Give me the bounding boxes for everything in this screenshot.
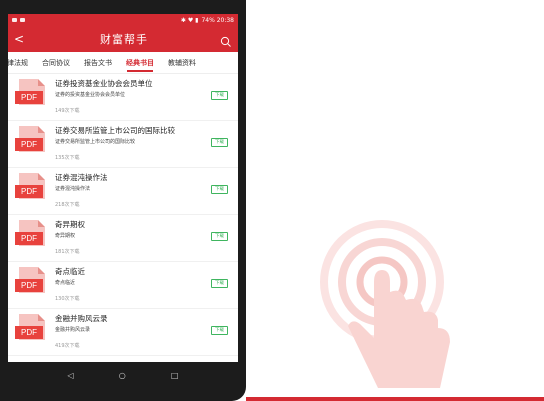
download-button[interactable]: 下载 [211,185,228,194]
wifi-icon: ✱ ♥ ▮ [180,16,199,24]
accent-line [246,397,544,401]
item-title: 证券交易所监管上市公司的国际比较 [55,126,175,135]
tab-contracts[interactable]: 合同协议 [35,52,77,74]
list-item[interactable]: PDF 证券混沌操作法 证券混沌操作法 218次下载 下载 [8,168,238,215]
pdf-file-icon: PDF [15,173,47,207]
category-tabs: 律法规 合同协议 报告文书 经典书目 教辅资料 [8,52,238,74]
item-description: 奇点临近 [55,280,76,286]
download-count: 135次下载 [55,155,80,161]
system-nav-bar: ◁ ○ □ [0,362,246,388]
list-item[interactable]: PDF 金融并购风云录 金融并购风云录 419次下载 下载 [8,309,238,356]
item-title: 证券混沌操作法 [55,173,108,182]
nav-back-button[interactable]: ◁ [68,371,74,380]
back-button[interactable]: < [14,32,28,46]
item-description: 金融并购风云录 [55,327,91,333]
download-count: 218次下载 [55,202,80,208]
item-title: 证券投资基金业协会会员单位 [55,79,153,88]
nav-recent-button[interactable]: □ [171,371,179,380]
tab-classic-books[interactable]: 经典书目 [119,52,161,74]
list-item[interactable]: PDF 奇异期权 奇异期权 181次下载 下载 [8,215,238,262]
list-item[interactable]: PDF 证券交易所监管上市公司的国际比较 证券交易所监管上市公司的国际比较 13… [8,121,238,168]
item-description: 证券交易所监管上市公司的国际比较 [55,139,136,145]
nav-home-button[interactable]: ○ [119,371,126,380]
pdf-file-icon: PDF [15,267,47,301]
list-item[interactable]: PDF 奇点临近 奇点临近 130次下载 下载 [8,262,238,309]
download-count: 130次下载 [55,296,80,302]
item-description: 证券混沌操作法 [55,186,91,192]
pdf-file-icon: PDF [15,126,47,160]
pdf-file-icon: PDF [15,79,47,113]
pdf-file-icon: PDF [15,314,47,348]
list-item[interactable]: PDF 证券投资基金业协会会员单位 证券的投资基金业协会会员单位 149次下载 … [8,74,238,121]
download-button[interactable]: 下载 [211,91,228,100]
tab-reports[interactable]: 报告文书 [77,52,119,74]
app-screen: ✱ ♥ ▮ 74% 20:38 < 财富帮手 律法规 合同协议 报告文书 经典书… [8,14,238,362]
item-title: 奇异期权 [55,220,85,229]
download-count: 419次下载 [55,343,80,349]
item-title: 奇点临近 [55,267,85,276]
tab-teaching-materials[interactable]: 教辅资料 [161,52,203,74]
item-description: 证券的投资基金业协会会员单位 [55,92,126,98]
tablet-device: ✱ ♥ ▮ 74% 20:38 < 财富帮手 律法规 合同协议 报告文书 经典书… [0,0,246,401]
app-header: < 财富帮手 [8,26,238,52]
pdf-file-icon: PDF [15,220,47,254]
download-button[interactable]: 下载 [211,138,228,147]
download-button[interactable]: 下载 [211,279,228,288]
download-count: 149次下载 [55,108,80,114]
image-icon [20,18,25,22]
document-list: PDF 证券投资基金业协会会员单位 证券的投资基金业协会会员单位 149次下载 … [8,74,238,356]
touch-gesture-icon [300,210,470,400]
status-bar: ✱ ♥ ▮ 74% 20:38 [8,14,238,26]
notification-icon [12,18,17,22]
item-description: 奇异期权 [55,233,76,239]
tab-laws[interactable]: 律法规 [8,52,35,74]
status-time: 74% 20:38 [201,16,234,24]
download-count: 181次下载 [55,249,80,255]
search-icon[interactable] [220,33,232,47]
page-title: 财富帮手 [100,33,148,46]
download-button[interactable]: 下载 [211,232,228,241]
download-button[interactable]: 下载 [211,326,228,335]
item-title: 金融并购风云录 [55,314,108,323]
